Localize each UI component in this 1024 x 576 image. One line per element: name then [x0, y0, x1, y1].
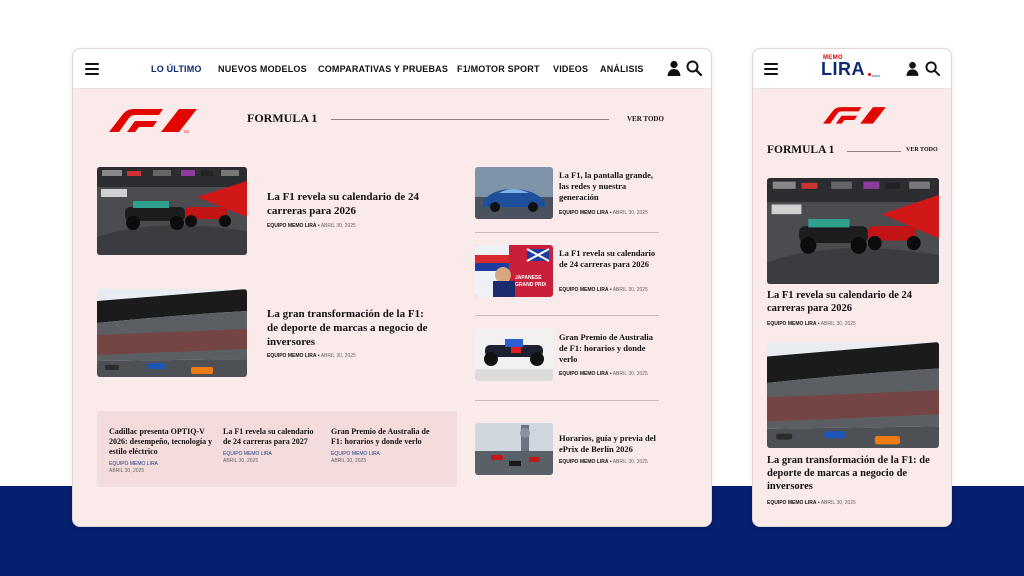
article-image[interactable]: [97, 167, 247, 255]
related-article-date: ABRIL 30, 2025: [109, 468, 145, 474]
svg-text:TM: TM: [183, 129, 189, 134]
search-icon[interactable]: [686, 60, 702, 76]
related-article-author: EQUIPO MEMO LIRA: [331, 451, 380, 457]
nav-f1-motor-sport[interactable]: F1/MOTOR SPORT: [457, 64, 540, 74]
section-title: FORMULA 1: [767, 144, 835, 156]
desktop-preview: LO ÚLTIMO NUEVOS MODELOS COMPARATIVAS Y …: [72, 48, 712, 527]
nav-analisis[interactable]: ANÁLISIS: [600, 64, 644, 74]
article-meta: EQUIPO MEMO LIRA • ABRIL 30, 2025: [559, 371, 648, 377]
article-image[interactable]: [767, 178, 939, 284]
article-image[interactable]: [475, 423, 553, 475]
related-article-title[interactable]: La F1 revela su calendario de 24 carrera…: [223, 427, 321, 447]
f1-logo: [823, 107, 886, 124]
related-article-date: ABRIL 30, 2025: [223, 458, 259, 464]
section-divider: [847, 151, 901, 152]
list-divider: [475, 400, 659, 401]
memo-lira-logo[interactable]: MEMO LIRA .com: [821, 55, 885, 85]
logo-dot: [868, 73, 871, 76]
article-meta: EQUIPO MEMO LIRA • ABRIL 30, 2025: [267, 353, 356, 359]
mobile-header: MEMO LIRA .com: [753, 49, 951, 89]
nav-comparativas[interactable]: COMPARATIVAS Y PRUEBAS: [318, 64, 448, 74]
nav-nuevos-modelos[interactable]: NUEVOS MODELOS: [218, 64, 307, 74]
nav-lo-ultimo[interactable]: LO ÚLTIMO: [151, 64, 202, 74]
menu-icon[interactable]: [85, 63, 99, 75]
user-icon[interactable]: [667, 60, 681, 76]
poster-text: JAPANESE: [515, 275, 542, 281]
related-article-title[interactable]: Gran Premio de Australia de F1: horarios…: [331, 427, 435, 447]
article-meta: EQUIPO MEMO LIRA • ABRIL 30, 2025: [559, 459, 648, 465]
section-divider: [331, 119, 609, 120]
nav-videos[interactable]: VIDEOS: [553, 64, 588, 74]
list-divider: [475, 232, 659, 233]
desktop-header: LO ÚLTIMO NUEVOS MODELOS COMPARATIVAS Y …: [73, 49, 711, 89]
ver-todo-link[interactable]: VER TODO: [627, 115, 664, 123]
article-meta: EQUIPO MEMO LIRA • ABRIL 30, 2025: [267, 223, 356, 229]
article-image[interactable]: [475, 329, 553, 381]
article-title[interactable]: La F1 revela su calendario de 24 carrera…: [559, 248, 659, 270]
article-title[interactable]: La F1 revela su calendario de 24 carrera…: [767, 289, 939, 315]
article-meta: EQUIPO MEMO LIRA • ABRIL 30, 2025: [559, 210, 648, 216]
list-divider: [475, 315, 659, 316]
ver-todo-link[interactable]: VER TODO: [906, 147, 938, 153]
article-image[interactable]: [97, 289, 247, 377]
related-articles-box: Cadillac presenta OPTIQ-V 2026: desempeñ…: [97, 411, 457, 487]
related-article-date: ABRIL 30, 2025: [331, 458, 367, 464]
article-title[interactable]: La F1 revela su calendario de 24 carrera…: [267, 191, 437, 219]
related-article-title[interactable]: Cadillac presenta OPTIQ-V 2026: desempeñ…: [109, 427, 213, 457]
article-meta: EQUIPO MEMO LIRA • ABRIL 30, 2025: [559, 287, 648, 293]
user-icon[interactable]: [906, 61, 919, 76]
section-title: FORMULA 1: [247, 111, 318, 125]
article-image[interactable]: JAPANESE GRAND PRIX: [475, 245, 553, 297]
article-title[interactable]: La F1, la pantalla grande, las redes y n…: [559, 170, 663, 203]
article-title[interactable]: Horarios, guía y previa del ePrix de Ber…: [559, 433, 663, 455]
article-meta: EQUIPO MEMO LIRA • ABRIL 30, 2025: [767, 500, 856, 506]
mobile-preview: MEMO LIRA .com FORMULA 1 VER TODO La F1 …: [752, 48, 952, 527]
article-title[interactable]: Gran Premio de Australia de F1: horarios…: [559, 332, 663, 365]
f1-logo: TM: [109, 109, 197, 134]
search-icon[interactable]: [925, 61, 940, 76]
logo-suffix: .com: [871, 73, 880, 78]
article-title[interactable]: La gran transformación de la F1: de depo…: [767, 454, 939, 493]
article-image[interactable]: [767, 342, 939, 448]
related-article-author: EQUIPO MEMO LIRA: [223, 451, 272, 457]
related-article-author: EQUIPO MEMO LIRA: [109, 461, 158, 467]
article-image[interactable]: [475, 167, 553, 219]
article-title[interactable]: La gran transformación de la F1: de depo…: [267, 308, 437, 349]
poster-text: GRAND PRIX: [515, 282, 547, 288]
logo-lira: LIRA: [821, 59, 865, 79]
article-meta: EQUIPO MEMO LIRA • ABRIL 30, 2025: [767, 321, 856, 327]
menu-icon[interactable]: [764, 63, 778, 75]
